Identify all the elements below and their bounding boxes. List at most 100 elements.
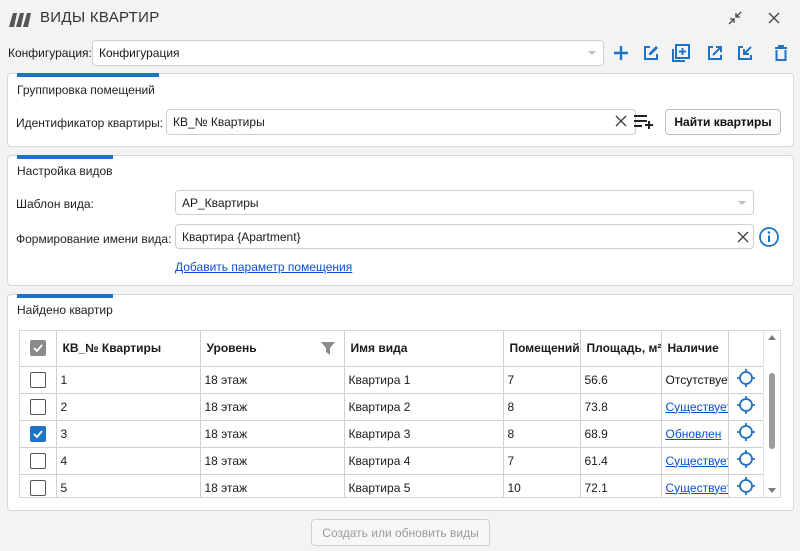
- apartment-id-input[interactable]: КВ_№ Квартиры: [166, 109, 636, 135]
- delete-icon: [775, 45, 787, 61]
- filter-icon[interactable]: [320, 340, 336, 356]
- table-row[interactable]: 1 18 этаж Квартира 1 7 56.6 Отсутствует: [20, 366, 765, 394]
- apartment-number-cell: 5: [56, 474, 201, 497]
- row-select-cell[interactable]: [20, 474, 57, 497]
- found-apartments-title: Найдено квартир: [17, 303, 113, 317]
- check-icon: [33, 429, 43, 438]
- locate-cell[interactable]: [728, 474, 765, 497]
- status-text[interactable]: Обновлен: [666, 427, 722, 441]
- column-rooms[interactable]: Помещений: [503, 331, 581, 367]
- app-logo-icon: [9, 13, 31, 27]
- create-update-views-button[interactable]: Создать или обновить виды: [311, 519, 490, 546]
- select-all-cell[interactable]: [20, 331, 57, 367]
- row-checkbox[interactable]: [29, 398, 46, 415]
- view-template-label: Шаблон вида:: [16, 197, 94, 211]
- table-header-row: КВ_№ Квартиры Уровень Имя вида Помещений…: [20, 331, 765, 367]
- table-row[interactable]: 5 18 этаж Квартира 5 10 72.1 Существует: [20, 474, 765, 497]
- column-status[interactable]: Наличие: [661, 331, 729, 367]
- row-checkbox[interactable]: [29, 425, 46, 442]
- rooms-cell: 8: [503, 393, 581, 421]
- restore-button[interactable]: [724, 8, 746, 28]
- view-name-cell: Квартира 4: [344, 447, 504, 475]
- column-apartment-number[interactable]: КВ_№ Квартиры: [56, 331, 201, 367]
- view-name-cell: Квартира 2: [344, 393, 504, 421]
- scroll-down-icon[interactable]: [768, 488, 776, 493]
- grouping-title: Группировка помещений: [17, 83, 155, 97]
- row-checkbox[interactable]: [29, 479, 46, 496]
- edit-icon: [644, 46, 658, 60]
- locate-cell[interactable]: [728, 447, 765, 475]
- find-apartments-button[interactable]: Найти квартиры: [665, 109, 781, 135]
- view-name-cell: Квартира 5: [344, 474, 504, 497]
- status-cell[interactable]: Обновлен: [661, 420, 729, 448]
- import-config-button[interactable]: [734, 42, 756, 64]
- info-icon[interactable]: [758, 226, 780, 248]
- row-select-cell[interactable]: [20, 420, 57, 448]
- row-select-cell[interactable]: [20, 447, 57, 475]
- check-icon: [33, 344, 43, 353]
- locate-cell[interactable]: [728, 366, 765, 394]
- locate-icon[interactable]: [736, 368, 756, 388]
- apartment-number-cell: 3: [56, 420, 201, 448]
- view-name-cell: Квартира 3: [344, 420, 504, 448]
- level-cell: 18 этаж: [200, 420, 345, 448]
- scroll-up-icon[interactable]: [768, 335, 776, 340]
- locate-icon[interactable]: [736, 422, 756, 442]
- export-icon: [708, 46, 722, 60]
- status-cell[interactable]: Существует: [661, 447, 729, 475]
- row-checkbox[interactable]: [29, 452, 46, 469]
- scroll-thumb[interactable]: [769, 373, 775, 449]
- add-config-button[interactable]: [610, 42, 632, 64]
- select-all-checkbox[interactable]: [29, 340, 46, 357]
- column-area[interactable]: Площадь, м²: [580, 331, 662, 367]
- table-row[interactable]: 4 18 этаж Квартира 4 7 61.4 Существует: [20, 447, 765, 475]
- add-icon: [614, 46, 628, 60]
- level-cell: 18 этаж: [200, 393, 345, 421]
- view-template-select[interactable]: АР_Квартиры: [175, 190, 754, 215]
- view-name-label: Формирование имени вида:: [16, 232, 172, 246]
- config-select[interactable]: Конфигурация: [92, 40, 604, 66]
- title-bar: ВИДЫ КВАРТИР: [0, 0, 800, 36]
- view-name-value: Квартира {Apartment}: [182, 229, 301, 244]
- delete-config-button[interactable]: [770, 42, 792, 64]
- locate-icon[interactable]: [736, 476, 756, 496]
- table-row[interactable]: 2 18 этаж Квартира 2 8 73.8 Существует: [20, 393, 765, 421]
- rooms-cell: 7: [503, 447, 581, 475]
- edit-config-button[interactable]: [640, 42, 662, 64]
- clear-icon[interactable]: [737, 231, 749, 243]
- area-cell: 73.8: [580, 393, 662, 421]
- config-select-value: Конфигурация: [99, 46, 180, 60]
- row-select-cell[interactable]: [20, 366, 57, 394]
- column-level[interactable]: Уровень: [200, 331, 345, 367]
- table-row[interactable]: 3 18 этаж Квартира 3 8 68.9 Обновлен: [20, 420, 765, 448]
- view-settings-title: Настройка видов: [17, 164, 113, 178]
- clear-icon[interactable]: [615, 115, 627, 127]
- import-icon: [738, 46, 752, 60]
- status-cell[interactable]: Существует: [661, 474, 729, 497]
- view-name-input[interactable]: Квартира {Apartment}: [175, 224, 754, 249]
- duplicate-icon: [672, 44, 690, 62]
- panel-accent: [17, 155, 113, 159]
- vertical-scrollbar[interactable]: [763, 331, 780, 497]
- add-to-list-icon[interactable]: [633, 114, 655, 130]
- close-button[interactable]: [763, 8, 785, 28]
- export-config-button[interactable]: [704, 42, 726, 64]
- locate-icon[interactable]: [736, 449, 756, 469]
- apartments-table: КВ_№ Квартиры Уровень Имя вида Помещений…: [19, 330, 781, 498]
- add-room-parameter-link[interactable]: Добавить параметр помещения: [175, 260, 352, 274]
- duplicate-config-button[interactable]: [670, 42, 692, 64]
- locate-icon[interactable]: [736, 395, 756, 415]
- column-view-name[interactable]: Имя вида: [344, 331, 504, 367]
- status-text[interactable]: Существует: [666, 454, 728, 468]
- row-checkbox[interactable]: [29, 371, 46, 388]
- status-text[interactable]: Существует: [666, 481, 728, 495]
- status-cell[interactable]: Существует: [661, 393, 729, 421]
- status-text[interactable]: Существует: [666, 400, 728, 414]
- locate-cell[interactable]: [728, 420, 765, 448]
- view-template-value: АР_Квартиры: [182, 195, 259, 210]
- grouping-panel: Группировка помещений Идентификатор квар…: [7, 73, 794, 147]
- locate-cell[interactable]: [728, 393, 765, 421]
- panel-accent: [17, 73, 159, 77]
- level-cell: 18 этаж: [200, 474, 345, 497]
- row-select-cell[interactable]: [20, 393, 57, 421]
